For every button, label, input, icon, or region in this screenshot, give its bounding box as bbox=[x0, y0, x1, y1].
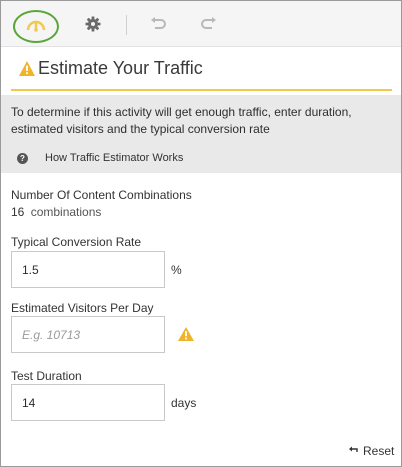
undo-icon bbox=[151, 17, 166, 29]
reset-label: Reset bbox=[363, 444, 395, 458]
info-description: To determine if this activity will get e… bbox=[11, 105, 352, 136]
gear-icon bbox=[85, 16, 101, 32]
visitors-label: Estimated Visitors Per Day bbox=[11, 301, 154, 315]
combinations-count: 16 bbox=[11, 205, 25, 219]
settings-button[interactable] bbox=[78, 9, 108, 39]
help-icon: ? bbox=[17, 152, 28, 164]
warning-icon bbox=[19, 61, 35, 76]
duration-label: Test Duration bbox=[11, 369, 82, 383]
combinations-value-row: 16 combinations bbox=[11, 205, 101, 219]
combinations-unit: combinations bbox=[30, 205, 102, 219]
duration-unit: days bbox=[171, 396, 197, 410]
traffic-estimator-panel: Estimate Your Traffic To determine if th… bbox=[0, 0, 402, 467]
duration-input[interactable] bbox=[11, 384, 165, 421]
reset-icon bbox=[349, 446, 358, 452]
redo-button[interactable] bbox=[194, 9, 224, 39]
gauge-button[interactable] bbox=[21, 9, 51, 39]
conversion-rate-unit: % bbox=[171, 263, 182, 277]
toolbar-divider bbox=[126, 15, 127, 35]
toolbar bbox=[1, 1, 401, 47]
help-link-label: How Traffic Estimator Works bbox=[45, 152, 184, 164]
reset-button[interactable]: Reset bbox=[348, 444, 394, 458]
gauge-icon bbox=[26, 20, 46, 32]
page-title: Estimate Your Traffic bbox=[38, 58, 203, 78]
help-link[interactable]: ? How Traffic Estimator Works bbox=[17, 151, 183, 165]
redo-icon bbox=[201, 17, 216, 29]
conversion-rate-label: Typical Conversion Rate bbox=[11, 235, 142, 249]
visitors-input[interactable] bbox=[11, 316, 165, 353]
visitors-warning-icon bbox=[178, 327, 194, 341]
info-banner: To determine if this activity will get e… bbox=[1, 95, 401, 173]
panel-header: Estimate Your Traffic bbox=[1, 48, 401, 92]
combinations-label: Number Of Content Combinations bbox=[11, 188, 192, 202]
conversion-rate-input[interactable] bbox=[11, 251, 165, 288]
undo-button[interactable] bbox=[143, 9, 173, 39]
title-underline bbox=[11, 89, 392, 91]
